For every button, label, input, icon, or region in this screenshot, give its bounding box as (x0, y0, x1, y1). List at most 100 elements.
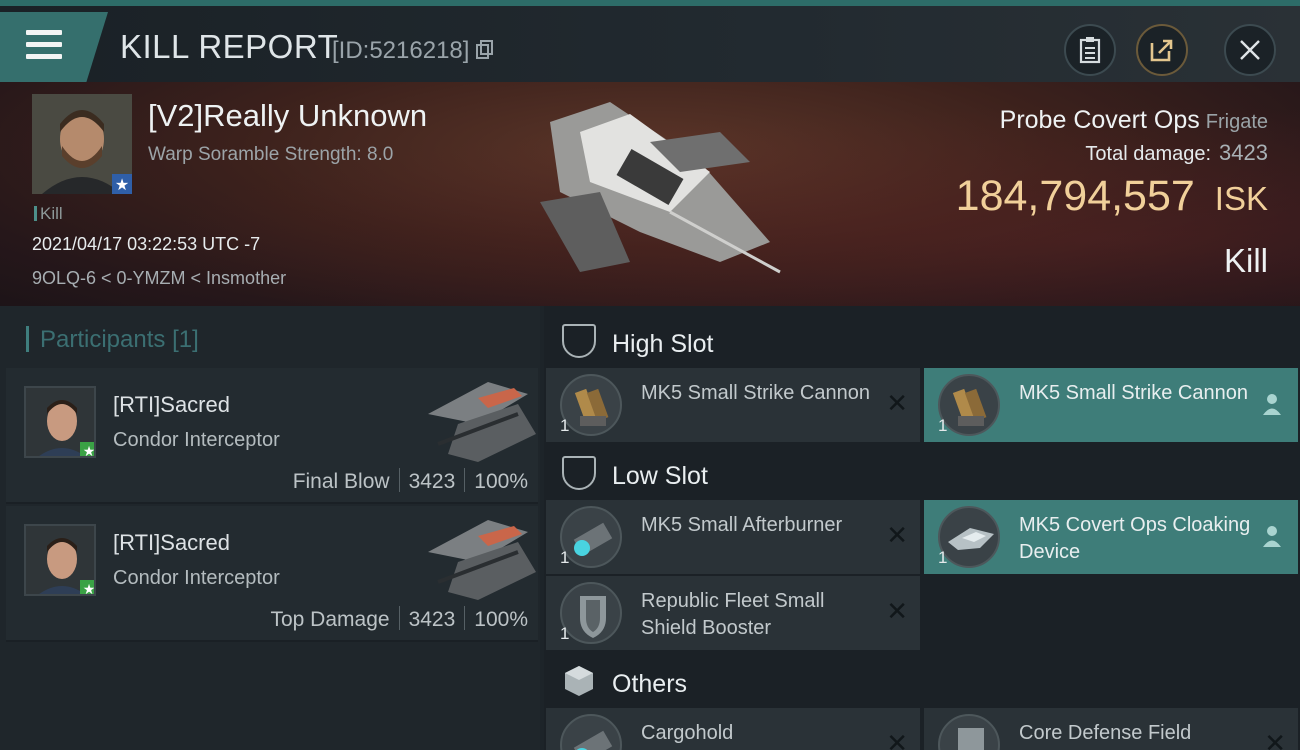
module-quantity: 1 (560, 624, 570, 643)
module-item[interactable]: Cargohold ✕ (546, 708, 920, 750)
module-item[interactable]: 1 MK5 Small Strike Cannon (924, 368, 1298, 442)
participant-percent: 100% (474, 470, 528, 493)
participant-row[interactable]: ★ [RTI]Sacred Condor Interceptor Final B… (6, 368, 538, 504)
stat-divider (398, 606, 400, 630)
participant-stats: Top Damage 3423 100% (270, 606, 528, 632)
participants-panel: Participants [1] ★ [RTI]Sacred Condor In… (0, 306, 540, 750)
module-item[interactable]: 1 Republic Fleet Small Shield Booster ✕ (546, 576, 920, 650)
victim-avatar[interactable]: ★ (32, 94, 132, 194)
participant-ship: Condor Interceptor (113, 429, 280, 451)
destroyed-icon: ✕ (886, 596, 908, 626)
module-quantity: 1 (938, 548, 948, 567)
clipboard-icon (1079, 37, 1101, 64)
report-id-text: [ID:5216218] (332, 37, 470, 64)
victim-portrait-image: ★ (32, 94, 132, 194)
participant-ship-image (428, 520, 536, 600)
participant-ship-image (428, 382, 536, 462)
kill-datetime: 2021/04/17 03:22:53 UTC -7 (32, 234, 261, 254)
share-button[interactable] (1136, 24, 1188, 76)
destroyed-icon: ✕ (1264, 728, 1286, 750)
module-name: Republic Fleet Small Shield Booster (641, 590, 825, 639)
module-name: Core Defense Field (1019, 722, 1192, 744)
title-bar: KILL REPORT [ID:5216218] (0, 6, 1300, 82)
svg-text:★: ★ (83, 582, 96, 596)
participant-role: Top Damage (270, 608, 390, 631)
participant-portrait-image: ★ (26, 388, 96, 458)
person-icon (1263, 394, 1281, 415)
isk-unit: ISK (1214, 180, 1268, 217)
participant-damage: 3423 (408, 470, 456, 493)
high-slot-icon (562, 324, 596, 358)
total-damage-label: Total damage: (1085, 143, 1212, 165)
participant-avatar[interactable]: ★ (24, 386, 96, 458)
victim-ship-image[interactable] (520, 92, 790, 282)
participant-portrait-image: ★ (26, 526, 96, 596)
report-id: [ID:5216218] (332, 37, 494, 65)
participant-percent: 100% (474, 608, 528, 631)
module-item[interactable]: 1 MK5 Covert Ops Cloaking Device (924, 500, 1298, 574)
victim-ship-name[interactable]: Probe Covert Ops Frigate (1000, 106, 1268, 135)
participant-avatar[interactable]: ★ (24, 524, 96, 596)
stat-divider (464, 606, 466, 630)
kill-report-window: KILL REPORT [ID:5216218] ★ [V2]Really Un… (0, 0, 1300, 750)
cargohold-icon (560, 714, 622, 750)
cargo-box-icon (565, 666, 593, 696)
participant-role: Final Blow (292, 470, 390, 493)
high-slot-header: High Slot (544, 312, 1300, 372)
copy-icon[interactable] (476, 40, 494, 60)
others-title: Others (612, 670, 688, 698)
low-slot-icon (562, 456, 596, 490)
participants-label: Participants (40, 326, 166, 353)
total-damage-value: 3423 (1219, 140, 1268, 165)
menu-icon (26, 30, 62, 35)
kill-location[interactable]: 9OLQ-6 < 0-YMZM < Insmother (32, 268, 286, 289)
module-quantity: 1 (560, 548, 570, 567)
clipboard-button[interactable] (1064, 24, 1116, 76)
module-item[interactable]: Core Defense Field ✕ (924, 708, 1298, 750)
participant-row[interactable]: ★ [RTI]Sacred Condor Interceptor Top Dam… (6, 506, 538, 642)
ship-class: Frigate (1205, 111, 1268, 133)
share-icon (1150, 39, 1173, 62)
low-slot-header: Low Slot (544, 444, 1300, 504)
module-name: MK5 Small Afterburner (641, 514, 843, 536)
participant-damage: 3423 (408, 608, 456, 631)
stat-divider (464, 468, 466, 492)
svg-text:★: ★ (83, 444, 96, 458)
module-name: MK5 Covert Ops Cloaking Device (1019, 514, 1251, 563)
close-button[interactable] (1224, 24, 1276, 76)
module-name: MK5 Small Strike Cannon (1019, 382, 1248, 404)
svg-text:★: ★ (115, 175, 129, 194)
module-quantity: 1 (938, 416, 948, 435)
page-title: KILL REPORT (120, 28, 339, 65)
person-icon (1263, 526, 1281, 547)
destroyed-icon: ✕ (886, 520, 908, 550)
menu-button[interactable] (0, 12, 108, 82)
participant-stats: Final Blow 3423 100% (293, 468, 528, 494)
menu-icon-bar (26, 54, 62, 59)
participants-heading: Participants [1] (26, 326, 199, 354)
warp-scramble-strength: Warp Soramble Strength: 8.0 (148, 144, 394, 165)
isk-value: 184,794,557 ISK (956, 172, 1268, 221)
isk-amount: 184,794,557 (955, 172, 1195, 220)
high-slot-title: High Slot (612, 330, 714, 358)
victim-name[interactable]: [V2]Really Unknown (148, 98, 427, 134)
module-quantity: 1 (560, 416, 570, 435)
menu-icon-bar (26, 42, 62, 47)
participant-name[interactable]: [RTI]Sacred (113, 392, 230, 418)
module-name: Cargohold (641, 722, 734, 744)
destroyed-icon: ✕ (886, 388, 908, 418)
kill-summary-banner: ★ [V2]Really Unknown Warp Soramble Stren… (0, 82, 1300, 306)
module-item[interactable]: 1 MK5 Small Afterburner ✕ (546, 500, 920, 574)
low-slot-title: Low Slot (612, 462, 708, 490)
kill-tag: Kill (34, 204, 63, 224)
others-header: Others (544, 652, 1300, 712)
total-damage: Total damage: 3423 (1085, 140, 1268, 166)
ship-type: Probe Covert Ops (999, 106, 1200, 134)
fitting-panel: High Slot 1 MK5 Small Strike Cannon ✕ 1 … (544, 306, 1300, 750)
participants-count: [1] (172, 326, 199, 353)
destroyed-icon: ✕ (886, 728, 908, 750)
module-item[interactable]: 1 MK5 Small Strike Cannon ✕ (546, 368, 920, 442)
kill-result: Kill (1223, 242, 1268, 279)
participant-name[interactable]: [RTI]Sacred (113, 530, 230, 556)
participant-ship: Condor Interceptor (113, 567, 280, 589)
